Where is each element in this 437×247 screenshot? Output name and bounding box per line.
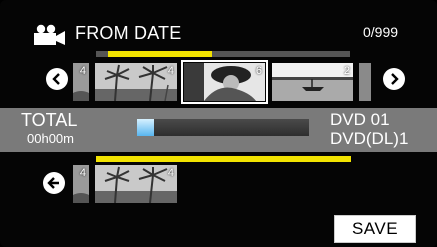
selected-scenes-indicator — [96, 156, 351, 162]
selected-thumbnail-item[interactable]: 4 — [73, 165, 89, 203]
disc-capacity-bar — [137, 119, 309, 136]
total-time: 00h00m — [27, 131, 74, 146]
thumbnail-item[interactable]: 2 — [272, 63, 353, 101]
thumbnail-number: 2 — [343, 65, 350, 77]
disc-capacity-used — [137, 119, 154, 136]
thumbnail-image — [359, 63, 371, 101]
thumbnail-image — [95, 165, 177, 203]
previous-page-button[interactable] — [46, 68, 68, 90]
thumbnail-item[interactable]: 4 — [95, 63, 177, 101]
thumbnail-image — [272, 63, 353, 101]
chevron-right-icon — [391, 73, 399, 85]
thumbnail-number: 4 — [167, 65, 174, 77]
thumbnail-number: 6 — [255, 65, 262, 77]
dvd-writer-screen: FROM DATE 0/999 4 4 6 2 TOTAL 00h00m DVD… — [0, 0, 437, 247]
page-title: FROM DATE — [75, 23, 182, 43]
chevron-left-icon — [52, 73, 60, 85]
thumbnail-item-selected[interactable]: 6 — [181, 60, 268, 104]
disc-type: DVD(DL)1 — [330, 129, 409, 148]
next-page-button[interactable] — [383, 68, 405, 90]
total-label: TOTAL — [21, 110, 78, 130]
thumbnail-image — [184, 63, 265, 101]
save-button[interactable]: SAVE — [334, 215, 416, 243]
thumbnail-number: 4 — [79, 167, 86, 179]
arrow-left-icon — [47, 177, 59, 189]
thumbnail-item[interactable]: 4 — [73, 63, 89, 101]
thumbnail-number: 4 — [79, 65, 86, 77]
back-button[interactable] — [43, 172, 65, 194]
thumbnail-scroll-position — [108, 51, 212, 57]
selection-counter: 0/999 — [363, 24, 399, 40]
disc-count: DVD 01 — [330, 110, 390, 129]
thumbnail-number: 4 — [167, 167, 174, 179]
thumbnail-item[interactable] — [359, 63, 371, 101]
selected-thumbnail-item[interactable]: 4 — [95, 165, 177, 203]
thumbnail-image — [95, 63, 177, 101]
movie-camera-icon — [34, 24, 65, 45]
